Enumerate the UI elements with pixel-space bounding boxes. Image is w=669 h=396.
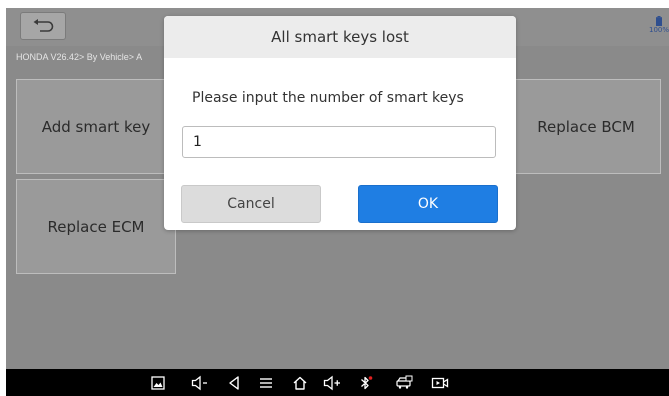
smart-key-count-input[interactable] — [182, 126, 496, 158]
replace-bcm-tile[interactable]: Replace BCM — [511, 79, 661, 174]
smart-keys-dialog: All smart keys lost Please input the num… — [164, 16, 516, 230]
home-icon[interactable] — [290, 373, 310, 393]
return-arrow-icon — [33, 19, 54, 32]
back-icon[interactable] — [224, 373, 244, 393]
cancel-button[interactable]: Cancel — [181, 185, 321, 223]
battery-icon — [656, 16, 662, 26]
menu-icon[interactable] — [256, 373, 276, 393]
replace-ecm-tile[interactable]: Replace ECM — [16, 179, 176, 274]
system-nav-bar — [6, 369, 669, 396]
volume-down-icon[interactable] — [190, 373, 210, 393]
volume-up-icon[interactable] — [322, 373, 342, 393]
app-screen: 100% HONDA V26.42> By Vehicle> A Add sma… — [6, 8, 669, 369]
screen-record-icon[interactable] — [430, 373, 450, 393]
breadcrumb: HONDA V26.42> By Vehicle> A — [16, 52, 143, 62]
battery-percent: 100% — [649, 26, 669, 34]
screenshot-icon[interactable] — [148, 373, 168, 393]
vci-icon[interactable] — [394, 373, 414, 393]
ok-button[interactable]: OK — [358, 185, 498, 223]
back-button[interactable] — [20, 12, 66, 40]
battery-indicator: 100% — [649, 16, 669, 35]
dialog-title: All smart keys lost — [164, 16, 516, 58]
dialog-prompt: Please input the number of smart keys — [192, 90, 464, 106]
bluetooth-icon[interactable] — [356, 373, 376, 393]
add-smart-key-tile[interactable]: Add smart key — [16, 79, 176, 174]
